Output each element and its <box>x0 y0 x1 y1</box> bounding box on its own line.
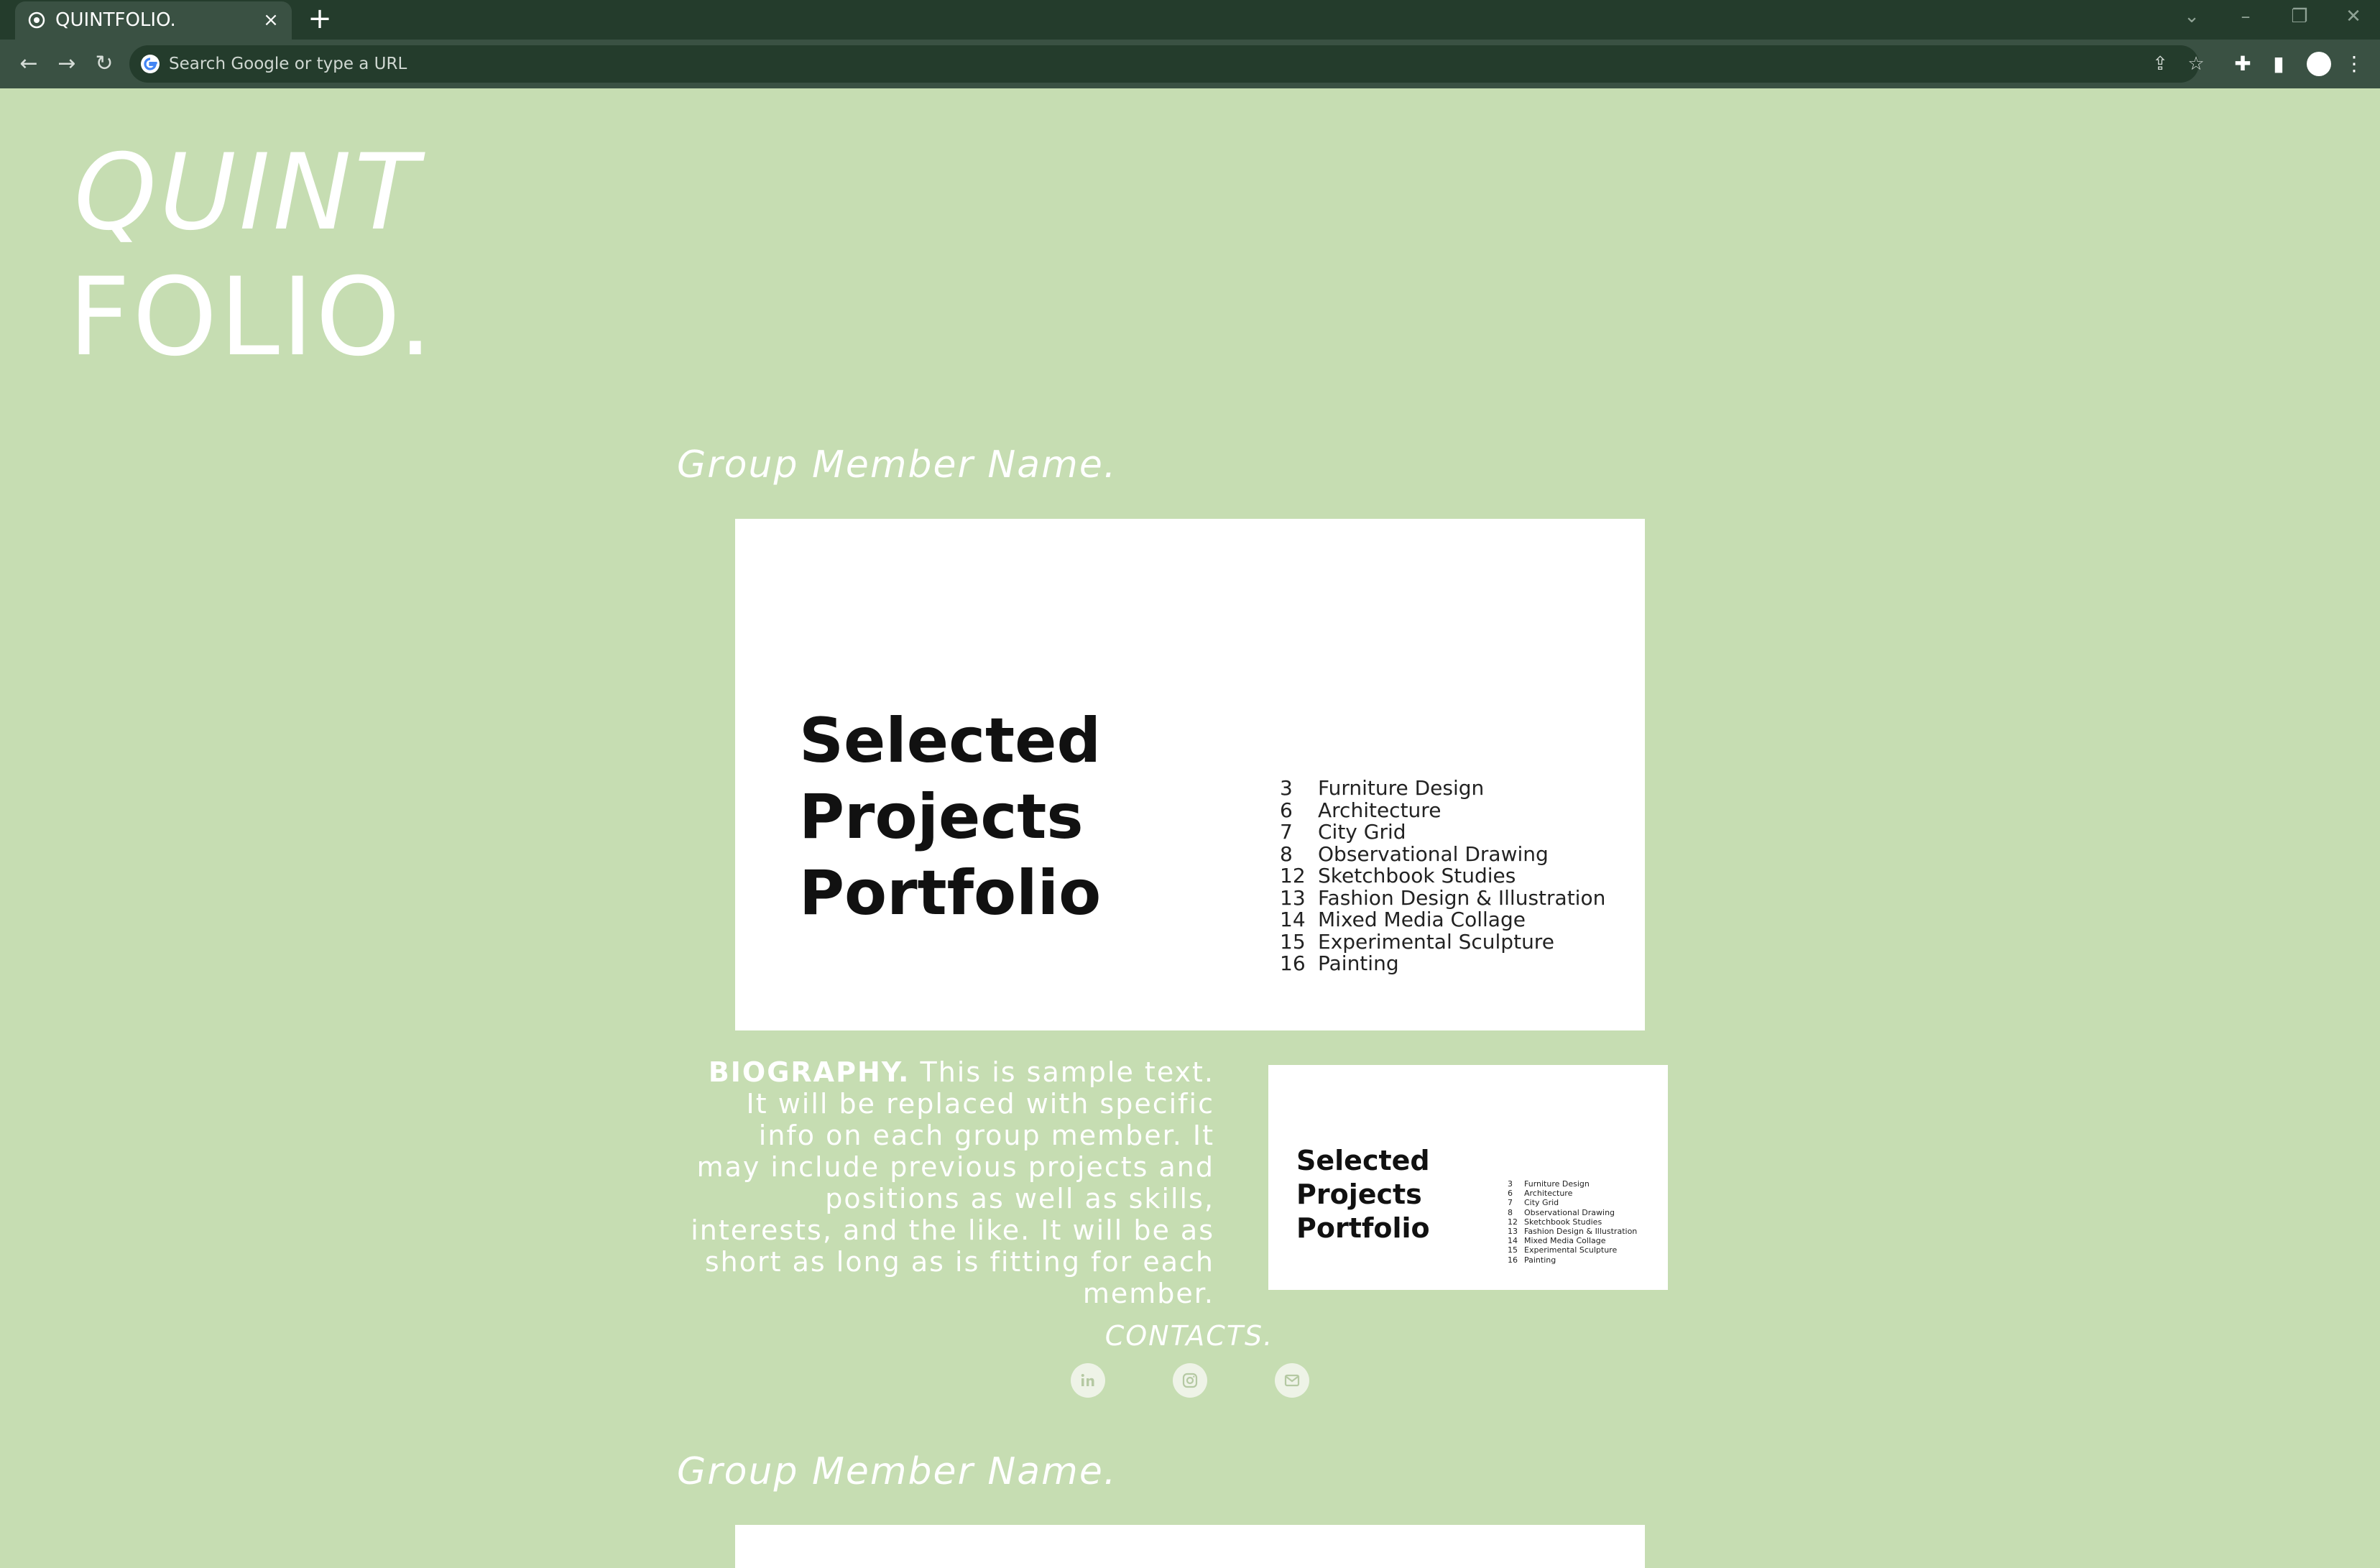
portfolio-contents-list-small: 3 Furniture Design 6 Architecture 7 City Grid… <box>1508 1179 1637 1265</box>
google-icon <box>141 55 160 73</box>
close-window-icon[interactable]: ✕ <box>2339 6 2368 27</box>
contents-item-title: Painting <box>1318 951 1399 975</box>
contents-item: 3 Furniture Design <box>1280 776 1605 800</box>
contents-page-number: 6 <box>1280 798 1293 822</box>
contents-page-number: 13 <box>1508 1227 1518 1237</box>
contents-item: 6 Architecture <box>1280 798 1605 822</box>
contents-item: 13 Fashion Design & Illustration <box>1508 1227 1637 1236</box>
contents-item-title: City Grid <box>1524 1198 1559 1208</box>
new-tab-button[interactable]: + <box>305 3 334 34</box>
contents-item: 6 Architecture <box>1508 1189 1637 1198</box>
browser-tab[interactable]: QUINTFOLIO. × <box>15 1 292 40</box>
instagram-icon <box>1182 1373 1198 1388</box>
contents-item: 16 Painting <box>1280 951 1605 975</box>
tab-title: QUINTFOLIO. <box>55 9 176 31</box>
contents-item: 3 Furniture Design <box>1508 1179 1637 1189</box>
contents-page-number: 12 <box>1508 1217 1518 1227</box>
contents-item-title: Painting <box>1524 1255 1556 1265</box>
contents-item-title: Mixed Media Collage <box>1524 1236 1606 1246</box>
contents-page-number: 15 <box>1508 1245 1518 1255</box>
site-logo: QUINT FOLIO. <box>68 140 435 372</box>
portfolio-preview-small[interactable]: Selected Projects Portfolio 3 Furniture D… <box>1268 1065 1668 1290</box>
contents-page-number: 14 <box>1508 1236 1518 1246</box>
contents-page-number: 12 <box>1280 864 1306 887</box>
linkedin-link[interactable] <box>1071 1363 1105 1398</box>
linkedin-icon <box>1081 1374 1094 1386</box>
contents-item-title: Experimental Sculpture <box>1524 1245 1618 1255</box>
contents-item-title: Sketchbook Studies <box>1318 864 1516 887</box>
back-icon[interactable]: ← <box>14 50 43 78</box>
contents-page-number: 14 <box>1280 908 1306 931</box>
contents-item: 7 City Grid <box>1280 821 1605 844</box>
contents-item-title: Furniture Design <box>1524 1179 1590 1189</box>
logo-line-quint: QUINT <box>74 132 422 254</box>
reload-icon[interactable]: ↻ <box>90 50 119 78</box>
contents-page-number: 3 <box>1508 1179 1513 1189</box>
contents-item-title: Observational Drawing <box>1524 1207 1615 1217</box>
contents-item-title: Mixed Media Collage <box>1318 908 1526 931</box>
member-biography: BIOGRAPHY. This is sample text. It will … <box>690 1056 1214 1309</box>
contents-item-title: Furniture Design <box>1318 776 1485 800</box>
contents-item: 12 Sketchbook Studies <box>1508 1217 1637 1227</box>
contents-page-number: 15 <box>1280 929 1306 954</box>
tab-close-icon[interactable]: × <box>260 8 282 32</box>
side-panel-icon[interactable]: ▮ <box>2266 51 2292 77</box>
mail-icon <box>1284 1374 1300 1387</box>
contents-item-title: Sketchbook Studies <box>1524 1217 1602 1227</box>
address-bar[interactable]: Search Google or type a URL ⇪ ☆ <box>129 45 2205 83</box>
tab-strip: QUINTFOLIO. × + ⌄ – ❐ ✕ <box>0 0 2380 40</box>
contents-item: 8 Observational Drawing <box>1508 1208 1637 1217</box>
contents-page-number: 16 <box>1280 951 1306 975</box>
minimize-icon[interactable]: – <box>2231 6 2260 27</box>
contents-item: 16 Painting <box>1508 1255 1637 1265</box>
contents-page-number: 13 <box>1280 885 1306 910</box>
contents-page-number: 7 <box>1280 820 1293 844</box>
contents-item-title: Observational Drawing <box>1318 841 1549 866</box>
contents-page-number: 6 <box>1508 1189 1513 1199</box>
member-name: Group Member Name. <box>677 443 1117 486</box>
contents-item: 15 Experimental Sculpture <box>1508 1245 1637 1255</box>
contents-item: 12 Sketchbook Studies <box>1280 864 1605 887</box>
member-name: Group Member Name. <box>677 1450 1117 1493</box>
contents-item: 15 Experimental Sculpture <box>1280 931 1605 954</box>
contents-page-number: 3 <box>1280 776 1293 800</box>
contents-item-title: Architecture <box>1524 1189 1573 1199</box>
portfolio-preview-large[interactable]: Selected Projects Portfolio 3 Furniture D… <box>735 519 1645 1030</box>
contents-item: 7 City Grid <box>1508 1198 1637 1207</box>
restore-icon[interactable]: ❐ <box>2285 6 2314 27</box>
portfolio-title: Selected Projects Portfolio <box>799 705 1102 929</box>
bio-heading: BIOGRAPHY. <box>708 1056 910 1088</box>
email-link[interactable] <box>1275 1363 1309 1398</box>
contents-page-number: 16 <box>1508 1255 1518 1265</box>
logo-line-folio: FOLIO. <box>68 255 435 380</box>
forward-icon[interactable]: → <box>52 50 81 78</box>
instagram-link[interactable] <box>1173 1363 1207 1398</box>
contents-item-title: Experimental Sculpture <box>1318 929 1554 954</box>
extensions-icon[interactable]: ✚ <box>2230 51 2256 77</box>
contents-item: 14 Mixed Media Collage <box>1280 908 1605 931</box>
contents-item: 14 Mixed Media Collage <box>1508 1236 1637 1245</box>
contents-page-number: 8 <box>1280 841 1293 866</box>
tab-search-icon[interactable]: ⌄ <box>2177 6 2206 27</box>
contents-item-title: City Grid <box>1318 820 1406 844</box>
bookmark-star-icon[interactable]: ☆ <box>2185 52 2208 75</box>
menu-kebab-icon[interactable]: ⋮ <box>2341 51 2367 77</box>
contents-page-number: 8 <box>1508 1207 1513 1217</box>
contents-item-title: Fashion Design & Illustration <box>1524 1227 1638 1237</box>
contents-item-title: Fashion Design & Illustration <box>1318 885 1606 910</box>
contents-page-number: 7 <box>1508 1198 1513 1208</box>
browser-toolbar: ← → ↻ Search Google or type a URL ⇪ ☆ ✚ … <box>0 40 2380 88</box>
contents-item: 8 Observational Drawing <box>1280 841 1605 866</box>
portfolio-contents-list: 3 Furniture Design 6 Architecture 7 City Grid… <box>1280 776 1605 975</box>
contents-item-title: Architecture <box>1318 798 1442 822</box>
chrome-favicon-icon <box>28 11 45 29</box>
contents-item: 13 Fashion Design & Illustration <box>1280 887 1605 910</box>
bio-text: This is sample text. It will be replaced… <box>691 1056 1214 1309</box>
portfolio-preview-large[interactable] <box>735 1525 1645 1568</box>
contacts-heading: CONTACTS. <box>1104 1320 1274 1352</box>
portfolio-title-small: Selected Projects Portfolio <box>1296 1145 1430 1244</box>
share-icon[interactable]: ⇪ <box>2149 52 2172 75</box>
profile-avatar[interactable] <box>2307 52 2331 76</box>
address-bar-placeholder: Search Google or type a URL <box>169 55 407 73</box>
